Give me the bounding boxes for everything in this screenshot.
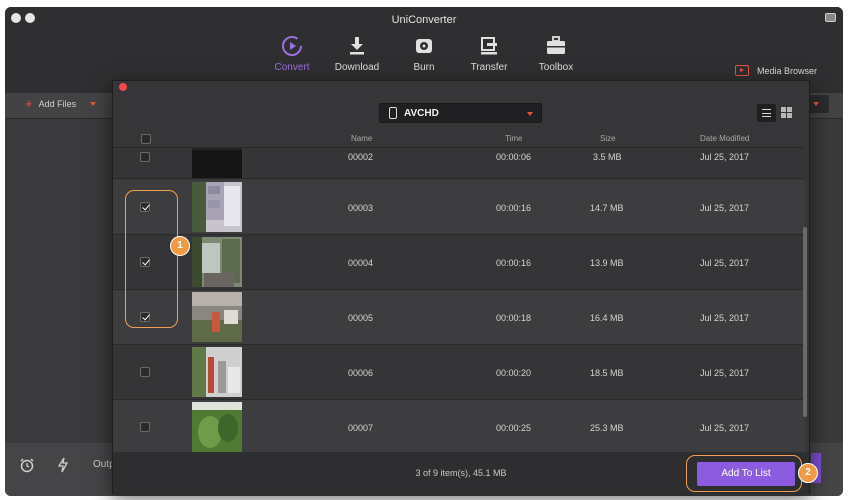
file-size: 3.5 MB [593, 152, 622, 162]
file-date: Jul 25, 2017 [700, 423, 750, 433]
download-icon [350, 37, 364, 55]
file-size: 14.7 MB [590, 203, 624, 213]
toolbox-icon [547, 36, 565, 54]
nav-label: Toolbox [538, 62, 574, 73]
file-select-dialog: AVCHD Name Time Size Date Modified 00002… [112, 80, 810, 495]
chevron-down-icon [527, 112, 533, 116]
nav-download[interactable]: Download [322, 35, 392, 73]
file-name: 00006 [348, 368, 374, 378]
table-header: Name Time Size Date Modified [113, 131, 805, 148]
list-view-button[interactable] [757, 104, 776, 122]
table-row[interactable]: 00002 00:00:06 3.5 MB Jul 25, 2017 [113, 148, 805, 179]
file-time: 00:00:16 [496, 258, 532, 268]
file-name: 00005 [348, 313, 374, 323]
col-name[interactable]: Name [351, 134, 372, 143]
file-size: 18.5 MB [590, 368, 624, 378]
annotation-badge-1: 1 [170, 236, 190, 256]
row-checkbox[interactable] [140, 367, 150, 377]
select-all-checkbox[interactable] [141, 134, 151, 144]
nav-label: Download [334, 62, 380, 73]
video-thumbnail [192, 237, 242, 287]
file-date: Jul 25, 2017 [700, 203, 750, 213]
play-circle-icon [282, 36, 302, 56]
app-title: UniConverter [391, 14, 457, 26]
media-browser-button[interactable]: Media Browser [734, 65, 817, 76]
col-time[interactable]: Time [505, 134, 522, 143]
file-name: 00003 [348, 203, 374, 213]
plus-icon: + [25, 96, 33, 111]
lightning-icon[interactable] [57, 457, 69, 476]
annotation-badge-2: 2 [798, 463, 818, 483]
transfer-icon [481, 37, 497, 55]
file-date: Jul 25, 2017 [700, 258, 750, 268]
disc-icon [416, 39, 432, 53]
row-checkbox[interactable] [140, 422, 150, 432]
video-thumbnail [192, 292, 242, 342]
nav-toolbox[interactable]: Toolbox [521, 35, 591, 73]
nav-burn[interactable]: Burn [389, 35, 459, 73]
table-row[interactable]: 00006 00:00:20 18.5 MB Jul 25, 2017 [113, 345, 805, 400]
file-time: 00:00:18 [496, 313, 532, 323]
file-size: 13.9 MB [590, 258, 624, 268]
device-format-select[interactable]: AVCHD [379, 103, 542, 123]
add-files-button[interactable]: + Add Files [25, 96, 97, 111]
file-size: 25.3 MB [590, 423, 624, 433]
media-browser-icon [734, 65, 749, 76]
video-thumbnail [192, 402, 242, 452]
annotation-highlight-checkboxes [125, 190, 178, 328]
table-row[interactable]: 00005 00:00:18 16.4 MB Jul 25, 2017 [113, 290, 805, 345]
chevron-down-icon[interactable] [90, 102, 97, 106]
file-time: 00:00:06 [496, 152, 532, 162]
nav-label: Convert [274, 62, 310, 73]
grid-view-button[interactable] [781, 107, 793, 119]
file-name: 00007 [348, 423, 374, 433]
table-row[interactable]: 00007 00:00:25 25.3 MB Jul 25, 2017 [113, 400, 805, 452]
nav-label: Transfer [470, 62, 508, 73]
video-thumbnail [192, 347, 242, 397]
col-date-modified[interactable]: Date Modified [700, 134, 749, 143]
video-thumbnail [192, 148, 242, 178]
media-browser-label: Media Browser [756, 65, 817, 76]
nav-label: Burn [413, 62, 435, 73]
file-date: Jul 25, 2017 [700, 152, 750, 162]
nav-convert[interactable]: Convert [257, 35, 327, 73]
dialog-close-button[interactable] [119, 83, 127, 91]
file-size: 16.4 MB [590, 313, 624, 323]
file-time: 00:00:16 [496, 203, 532, 213]
format-value: AVCHD [404, 107, 439, 119]
file-time: 00:00:20 [496, 368, 532, 378]
table-row[interactable]: 00004 00:00:16 13.9 MB Jul 25, 2017 [113, 235, 805, 290]
annotation-highlight-add-button [686, 455, 802, 492]
file-name: 00004 [348, 258, 374, 268]
file-date: Jul 25, 2017 [700, 368, 750, 378]
feedback-icon[interactable] [825, 13, 836, 22]
video-thumbnail [192, 182, 242, 232]
file-date: Jul 25, 2017 [700, 313, 750, 323]
add-files-label: Add Files [38, 99, 77, 109]
file-time: 00:00:25 [496, 423, 532, 433]
phone-icon [389, 107, 397, 119]
vertical-scrollbar[interactable] [803, 227, 807, 417]
table-row[interactable]: 00003 00:00:16 14.7 MB Jul 25, 2017 [113, 180, 805, 235]
row-checkbox[interactable] [140, 152, 150, 162]
col-size[interactable]: Size [600, 134, 616, 143]
nav-transfer[interactable]: Transfer [454, 35, 524, 73]
dialog-header: AVCHD [113, 93, 809, 131]
alarm-clock-icon[interactable] [19, 457, 35, 476]
file-name: 00002 [348, 152, 374, 162]
file-list: 00002 00:00:06 3.5 MB Jul 25, 2017 00003… [113, 148, 805, 452]
